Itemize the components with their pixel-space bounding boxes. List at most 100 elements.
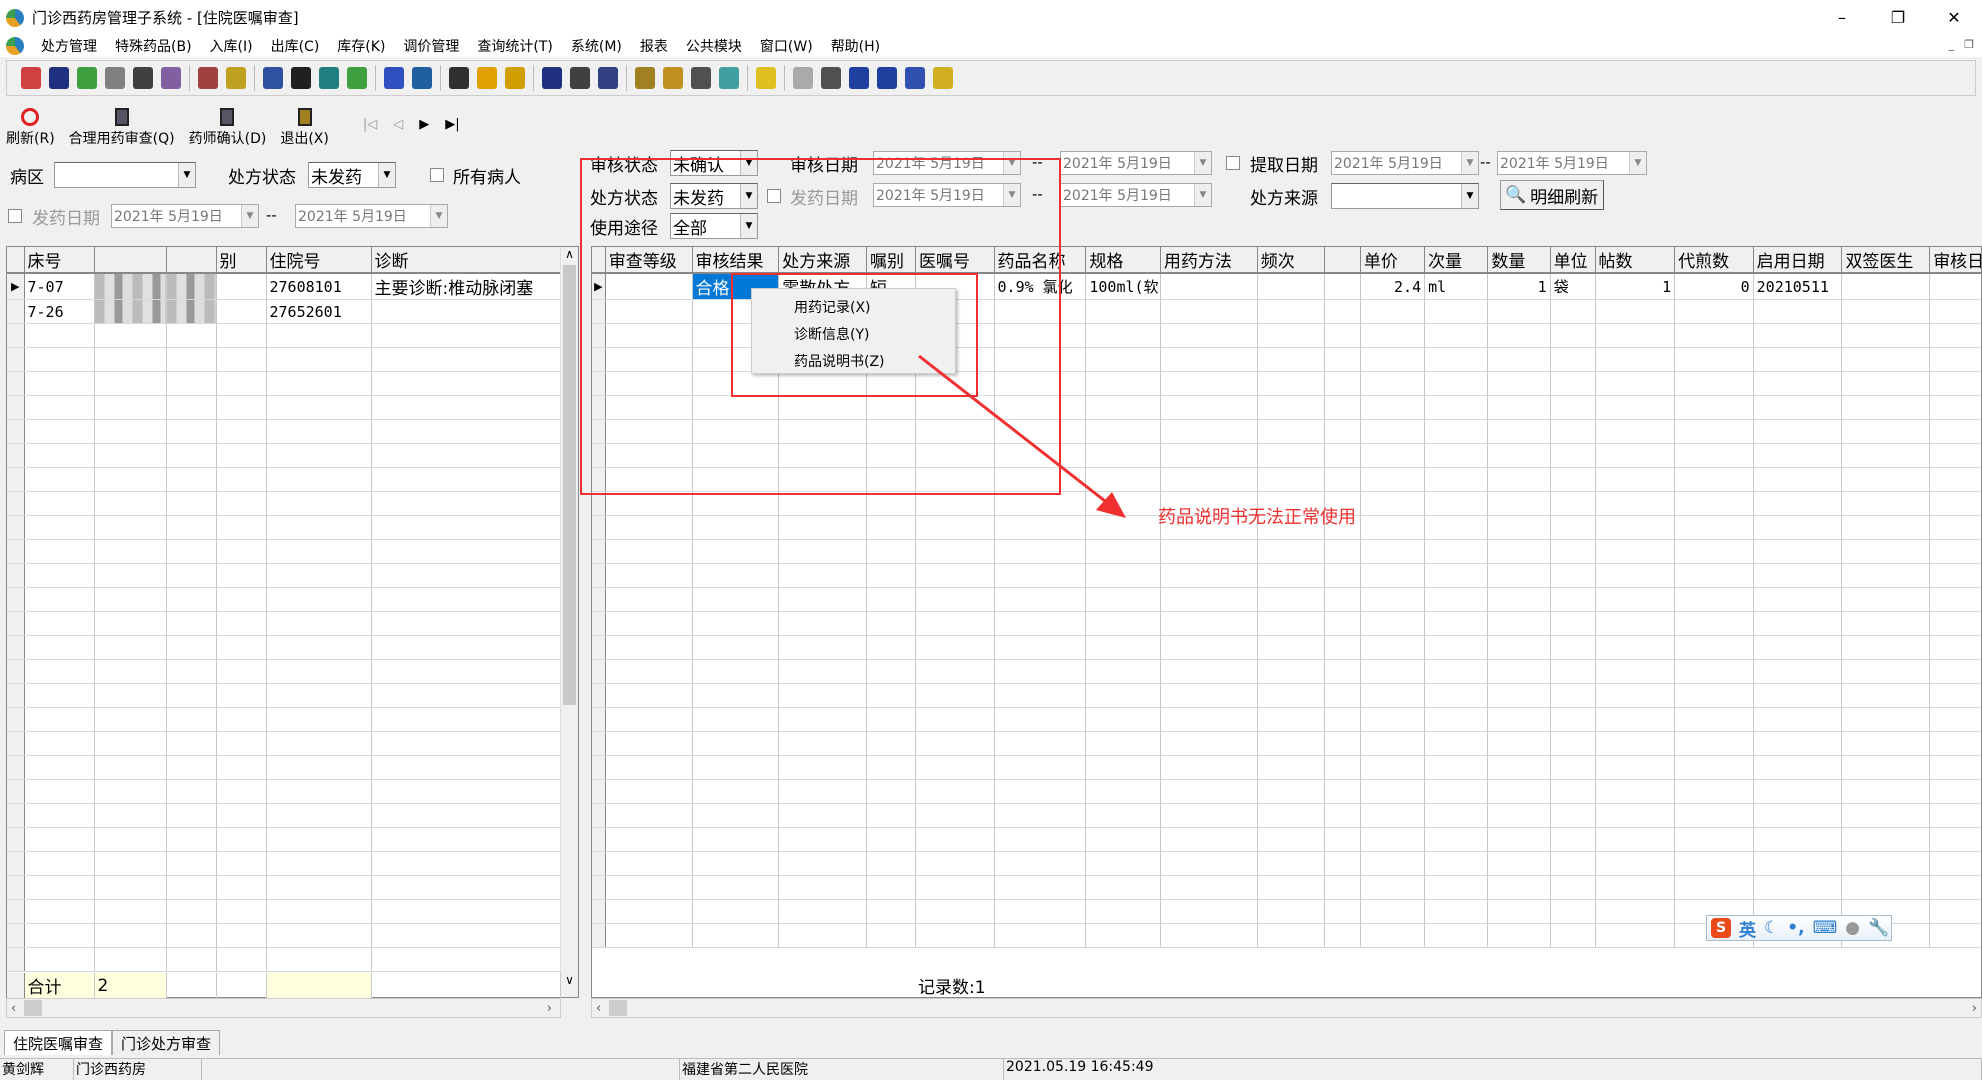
exit-button[interactable]: 退出(X) [280,108,329,148]
column-header[interactable]: 数量 [1487,247,1551,274]
column-header[interactable]: 审核日期 [1929,247,1981,274]
trash-icon[interactable] [542,67,562,89]
ward-select[interactable]: ▼ [54,162,196,188]
table-row[interactable]: ▶ 7-07 27608101 主要诊断:椎动脉闭塞 [7,273,561,300]
last-record-button[interactable]: ▶| [445,117,459,132]
extract-date-from[interactable]: 2021年 5月19日 ▼ [1331,151,1479,175]
cell[interactable]: 7-26 [24,299,95,324]
menu-5[interactable]: 调价管理 [394,36,468,56]
menu-2[interactable]: 入库(I) [201,36,262,56]
column-header[interactable]: 代煎数 [1674,247,1754,274]
dispense-date-to[interactable]: 2021年 5月19日 ▼ [295,204,448,228]
pharmacist-confirm-button[interactable]: 药师确认(D) [189,108,266,148]
checkbox-icon[interactable] [291,67,311,89]
menu-0[interactable]: 处方管理 [32,36,106,56]
next-record-button[interactable]: ▶ [419,117,429,132]
minimize-button[interactable]: – [1814,0,1870,35]
column-header[interactable]: 单价 [1360,247,1426,274]
restore-button[interactable]: ❐ [1870,0,1926,35]
column-header[interactable]: 双签医生 [1841,247,1931,274]
cell[interactable] [371,299,561,324]
table-row[interactable]: 7-26 27652601 [7,299,561,324]
cell[interactable]: 2.4 [1360,273,1426,300]
doc-check-icon[interactable] [347,67,367,89]
cell[interactable]: 0 [1674,273,1754,300]
review-date-to[interactable]: 2021年 5月19日 ▼ [1060,151,1212,175]
column-header[interactable] [94,247,167,274]
check-icon[interactable] [77,67,97,89]
detail-refresh-button[interactable]: 🔍 明细刷新 [1500,180,1604,210]
cell[interactable] [166,299,217,324]
cell[interactable] [1257,273,1326,300]
cell[interactable]: 20210511 [1753,273,1843,300]
bottle-icon[interactable] [49,67,69,89]
cell[interactable] [94,273,167,300]
wrench-icon[interactable]: 🔧 [1868,918,1889,938]
first-record-button[interactable]: |◁ [363,117,377,132]
column-header[interactable]: 诊断 [371,247,561,274]
column-header[interactable]: 用药方法 [1160,247,1258,274]
keyboard-icon[interactable]: ⌨ [1813,918,1838,938]
clipboard-yellow-icon[interactable] [933,67,953,89]
bell-icon[interactable] [477,67,497,89]
cell[interactable] [1929,273,1981,300]
menu-4[interactable]: 库存(K) [328,36,394,56]
cell[interactable]: 100ml(软 [1085,273,1161,300]
disk-icon[interactable] [793,67,813,89]
pin-icon[interactable] [505,67,525,89]
column-header[interactable]: 次量 [1424,247,1489,274]
ime-language[interactable]: 英 [1739,916,1756,941]
extract-date-checkbox[interactable] [1226,156,1240,170]
column-header[interactable]: 规格 [1085,247,1161,274]
cell[interactable] [1841,273,1931,300]
menu-1[interactable]: 特殊药品(B) [106,36,201,56]
windows-icon[interactable] [877,67,897,89]
cell[interactable]: 27608101 [266,273,372,300]
menu-8[interactable]: 报表 [631,36,677,56]
column-header[interactable] [1324,247,1361,274]
magnifier-icon[interactable] [691,67,711,89]
menu-7[interactable]: 系统(M) [562,36,631,56]
cell[interactable] [1160,273,1258,300]
dispense-date-checkbox[interactable] [8,209,22,223]
pills-icon[interactable] [161,67,181,89]
medicine-box-icon[interactable] [198,67,218,89]
ime-toolbar[interactable]: S 英 ☾ •, ⌨ ● 🔧 [1706,915,1892,941]
column-header[interactable] [166,247,217,274]
cell[interactable] [216,273,267,300]
horizontal-scrollbar[interactable]: ‹ › [6,998,561,1018]
menu-3[interactable]: 出库(C) [262,36,329,56]
clipboard-red-icon[interactable] [263,67,283,89]
sparkle-icon[interactable] [226,67,246,89]
vertical-scrollbar[interactable]: ∧ ∨ [560,247,578,997]
rational-check-button[interactable]: 合理用药审查(Q) [69,108,175,148]
folder-icon[interactable] [635,67,655,89]
column-header[interactable]: 别 [216,247,267,274]
column-header[interactable]: 住院号 [266,247,372,274]
cell[interactable] [1324,273,1361,300]
close-button[interactable]: ✕ [1926,0,1982,35]
user-icon[interactable]: ● [1845,918,1860,938]
key-icon[interactable] [663,67,683,89]
extract-date-to[interactable]: 2021年 5月19日 ▼ [1497,151,1647,175]
column-header[interactable]: 频次 [1257,247,1326,274]
punctuation-icon[interactable]: •, [1787,918,1804,938]
cell[interactable]: 主要诊断:椎动脉闭塞 [371,273,561,300]
prev-record-button[interactable]: ◁ [393,117,403,132]
column-header[interactable]: 启用日期 [1753,247,1843,274]
list-icon[interactable] [849,67,869,89]
zoom-icon[interactable] [821,67,841,89]
dispense-date-to-right[interactable]: 2021年 5月19日 ▼ [1060,183,1212,207]
clipboard-arrow-icon[interactable] [319,67,339,89]
binoculars-icon[interactable] [133,67,153,89]
all-patients-checkbox[interactable] [430,168,444,182]
document-pen-icon[interactable] [105,67,125,89]
cell[interactable] [166,273,217,300]
menu-11[interactable]: 帮助(H) [822,36,889,56]
tab-inpatient-review[interactable]: 住院医嘱审查 [4,1030,113,1055]
rx-source-select[interactable]: ▼ [1331,183,1479,209]
tools-icon[interactable] [570,67,590,89]
column-header[interactable]: 单位 [1550,247,1596,274]
cell[interactable]: 1 [1595,273,1676,300]
prescription-icon[interactable] [21,67,41,89]
